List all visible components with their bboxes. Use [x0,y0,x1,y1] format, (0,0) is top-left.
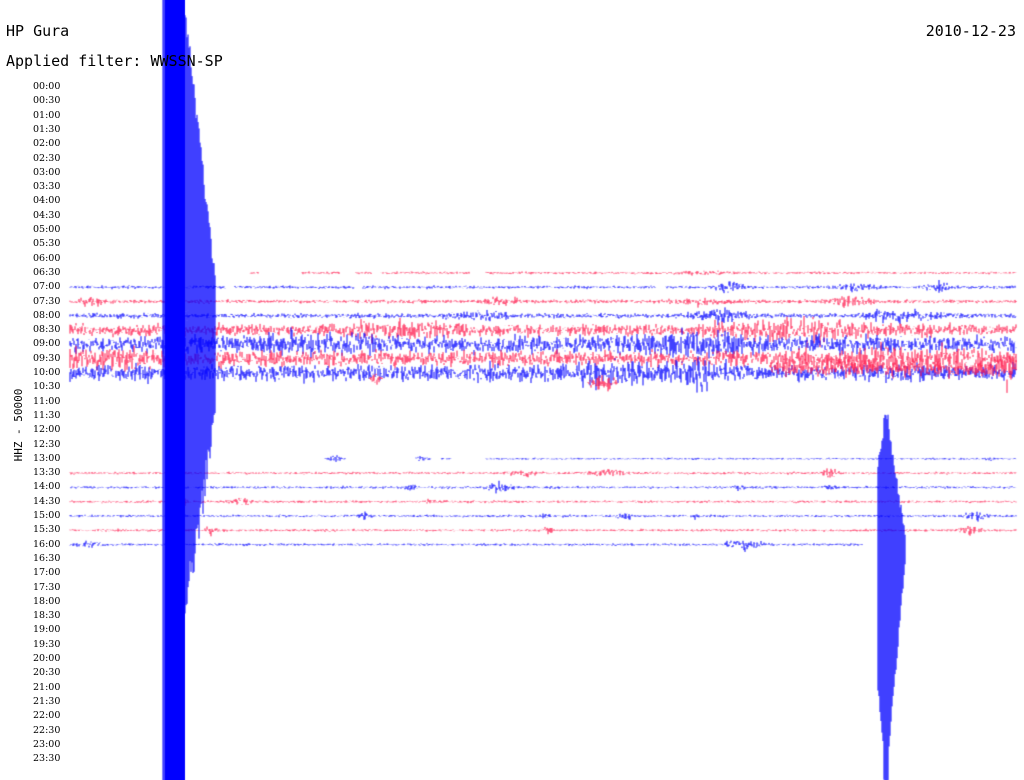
time-label: 18:00 [33,595,61,607]
filter-label: Applied filter: WWSSN-SP [6,52,223,70]
time-label: 05:00 [33,224,61,235]
time-label: 01:00 [33,109,61,121]
time-label: 18:30 [33,610,61,622]
time-label: 22:30 [33,724,61,736]
time-label: 14:00 [33,481,61,493]
time-label: 08:30 [33,324,61,336]
time-label: 11:30 [33,409,61,421]
time-label: 00:00 [33,81,61,92]
time-label: 16:00 [33,538,61,550]
channel-label: HHZ - 50000 [12,388,25,462]
time-label: 17:00 [33,567,61,579]
time-label: 17:30 [33,581,61,593]
time-label: 09:30 [33,352,61,364]
time-label: 00:30 [33,95,61,107]
time-label: 06:00 [33,252,61,264]
time-label: 02:00 [33,138,61,150]
time-label: 07:30 [33,295,61,307]
time-label: 21:00 [33,681,61,693]
time-label: 11:00 [33,395,61,407]
date-label: 2010-12-23 [925,22,1016,40]
time-label: 06:30 [33,266,61,278]
time-label: 23:30 [33,753,61,765]
time-label: 03:00 [33,166,61,178]
time-label: 12:30 [33,438,61,450]
time-label: 04:30 [33,209,61,221]
station-name: HP Gura [6,22,70,40]
time-label: 19:00 [33,624,61,636]
time-label: 07:00 [33,281,61,293]
time-label: 19:30 [33,638,61,650]
time-label: 02:30 [33,152,61,164]
time-label: 03:30 [33,181,61,193]
time-label: 21:30 [33,695,61,707]
time-label: 05:30 [33,238,61,250]
time-label: 22:00 [33,710,61,722]
time-label: 13:30 [33,467,61,479]
time-label: 20:00 [33,653,61,664]
time-label: 16:30 [33,552,61,564]
time-label: 14:30 [33,495,61,507]
time-label: 10:30 [33,381,61,393]
time-label: 01:30 [33,123,61,135]
time-label: 13:00 [33,452,61,464]
time-label: 08:00 [33,309,61,321]
time-label: 09:00 [33,338,61,350]
time-label: 10:00 [33,367,61,378]
seismogram-plot [0,0,1024,780]
time-label: 23:00 [33,738,61,750]
time-label: 12:00 [33,424,61,436]
time-label: 20:30 [33,667,61,679]
time-label: 15:00 [33,510,61,521]
time-label: 04:00 [33,195,61,207]
time-label: 15:30 [33,524,61,536]
